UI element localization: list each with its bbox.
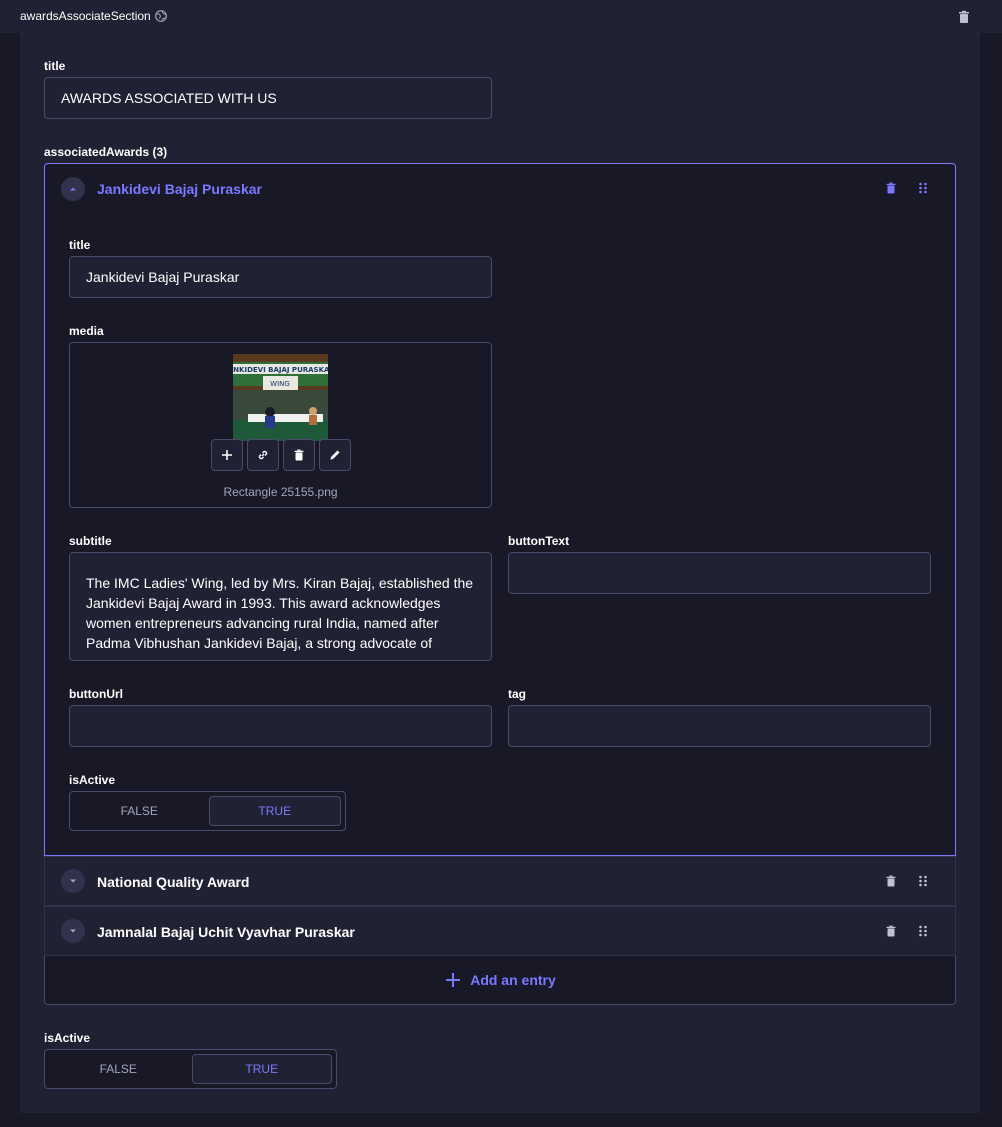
associated-awards-label: associatedAwards (3): [44, 145, 168, 159]
award-item-title[interactable]: National Quality Award: [97, 874, 249, 890]
drag-handle-icon[interactable]: [917, 925, 929, 937]
delete-award-trash-icon[interactable]: [885, 182, 897, 194]
plus-icon: [222, 450, 232, 460]
chevron-down-icon: [70, 879, 76, 883]
is-active-toggle: FALSE TRUE: [44, 1049, 337, 1089]
expand-button[interactable]: [61, 869, 85, 893]
media-label: media: [69, 324, 104, 338]
button-url-label: buttonUrl: [69, 687, 123, 701]
is-active-label: isActive: [44, 1031, 91, 1045]
subtitle-textarea[interactable]: The IMC Ladies' Wing, led by Mrs. Kiran …: [69, 552, 492, 661]
collapse-button[interactable]: [61, 177, 85, 201]
award-is-active-label: isActive: [69, 773, 116, 787]
media-filename: Rectangle 25155.png: [223, 485, 338, 499]
button-text-label: buttonText: [508, 534, 570, 548]
copy-link-button[interactable]: [247, 439, 279, 471]
title-input[interactable]: AWARDS ASSOCIATED WITH US: [44, 77, 492, 119]
award-is-active-true[interactable]: TRUE: [208, 796, 341, 826]
is-active-false[interactable]: FALSE: [49, 1054, 188, 1084]
delete-media-button[interactable]: [283, 439, 315, 471]
thumb-caption: JANKIDEVI BAJAJ PURASKAR: [233, 366, 328, 374]
media-thumbnail: JANKIDEVI BAJAJ PURASKAR WING: [233, 354, 328, 441]
award-title-value: Jankidevi Bajaj Puraskar: [86, 269, 240, 285]
add-media-button[interactable]: [211, 439, 243, 471]
plus-icon: [446, 973, 461, 987]
award-item-title[interactable]: Jankidevi Bajaj Puraskar: [97, 181, 262, 197]
tag-input[interactable]: [508, 705, 931, 747]
button-url-input[interactable]: [69, 705, 492, 747]
drag-handle-icon[interactable]: [917, 182, 929, 194]
award-is-active-false[interactable]: FALSE: [74, 796, 205, 826]
tag-label: tag: [508, 687, 526, 701]
title-label: title: [44, 59, 66, 73]
award-is-active-toggle: FALSE TRUE: [69, 791, 346, 831]
section-name: awardsAssociateSection: [20, 9, 151, 23]
section-title: awardsAssociateSection: [20, 9, 167, 23]
chevron-up-icon: [70, 187, 76, 191]
pencil-icon: [330, 450, 340, 460]
edit-media-button[interactable]: [319, 439, 351, 471]
trash-icon: [294, 449, 304, 461]
delete-section-trash-icon[interactable]: [957, 10, 971, 24]
award-title-input[interactable]: Jankidevi Bajaj Puraskar: [69, 256, 492, 298]
award-title-label: title: [69, 238, 91, 252]
subtitle-label: subtitle: [69, 534, 112, 548]
award-item-title[interactable]: Jamnalal Bajaj Uchit Vyavhar Puraskar: [97, 924, 355, 940]
delete-award-trash-icon[interactable]: [885, 925, 897, 937]
delete-award-trash-icon[interactable]: [885, 875, 897, 887]
title-input-value: AWARDS ASSOCIATED WITH US: [61, 90, 277, 106]
drag-handle-icon[interactable]: [917, 875, 929, 887]
thumb-logo: WING: [270, 380, 290, 388]
chevron-down-icon: [70, 929, 76, 933]
add-entry-button[interactable]: Add an entry: [44, 955, 956, 1005]
add-entry-label: Add an entry: [470, 972, 556, 988]
section-header: awardsAssociateSection: [0, 0, 1002, 33]
is-active-true[interactable]: TRUE: [191, 1054, 332, 1084]
link-icon: [258, 450, 268, 460]
button-text-input[interactable]: [508, 552, 931, 594]
globe-icon: [154, 10, 167, 22]
expand-button[interactable]: [61, 919, 85, 943]
